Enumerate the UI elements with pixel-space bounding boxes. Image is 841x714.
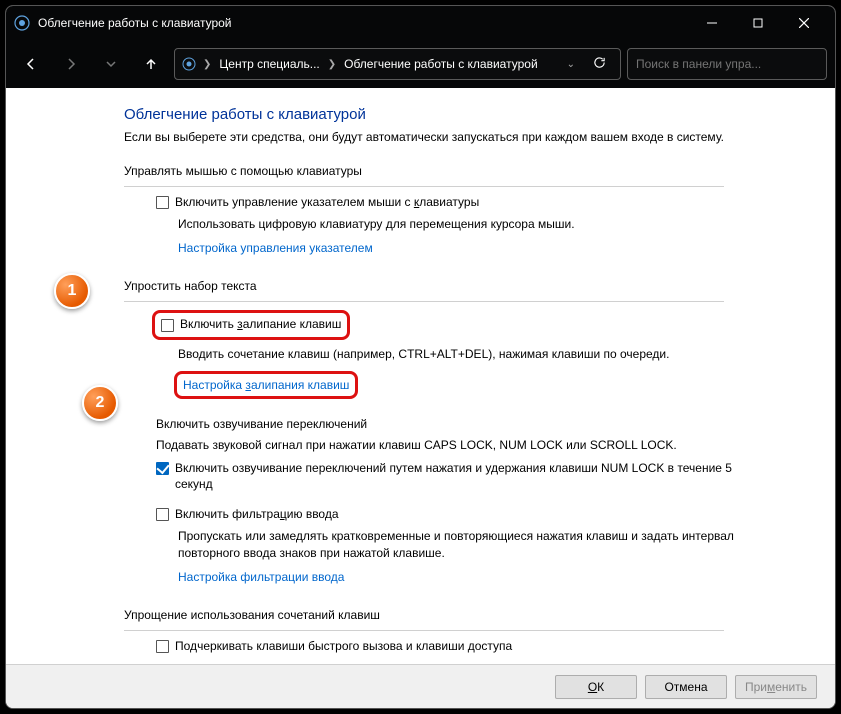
back-button[interactable] [14, 47, 48, 81]
breadcrumb-item-2[interactable]: Облегчение работы с клавиатурой [340, 57, 542, 71]
filter-keys-desc: Пропускать или замедлять кратковременные… [178, 528, 758, 562]
toggle-keys-title: Включить озвучивание переключений [156, 417, 805, 431]
checkbox-mouse-keys-label: Включить управление указателем мыши с кл… [175, 195, 479, 211]
checkbox-toggle-keys-hold-label: Включить озвучивание переключений путем … [175, 461, 766, 492]
checkbox-toggle-keys-hold[interactable] [156, 462, 169, 475]
page-subtitle: Если вы выберете эти средства, они будут… [124, 129, 764, 146]
apply-button[interactable]: Применить [735, 675, 817, 699]
address-icon [179, 54, 199, 74]
close-button[interactable] [781, 7, 827, 39]
link-mouse-settings[interactable]: Настройка управления указателем [178, 241, 373, 255]
annotation-callout-2: 2 [82, 385, 118, 421]
group-typing-title: УУпростить набор текстапростить набор те… [124, 279, 805, 293]
checkbox-mouse-keys[interactable] [156, 196, 169, 209]
page-title: Облегчение работы с клавиатурой [124, 106, 805, 123]
content-area: Облегчение работы с клавиатурой Если вы … [6, 88, 835, 664]
forward-button[interactable] [54, 47, 88, 81]
toggle-keys-desc: Подавать звуковой сигнал при нажатии кла… [156, 437, 736, 454]
chevron-right-icon: ❯ [326, 59, 338, 70]
chevron-right-icon: ❯ [201, 59, 213, 70]
mouse-keys-desc: Использовать цифровую клавиатуру для пер… [178, 216, 758, 233]
minimize-button[interactable] [689, 7, 735, 39]
checkbox-underline-shortcuts[interactable] [156, 640, 169, 653]
search-input[interactable] [636, 57, 818, 71]
window: Облегчение работы с клавиатурой ❯ Центр … [5, 5, 836, 709]
divider [124, 186, 724, 187]
ok-button[interactable]: ОК [555, 675, 637, 699]
checkbox-sticky-keys[interactable] [161, 319, 174, 332]
recent-dropdown[interactable] [94, 47, 128, 81]
up-button[interactable] [134, 47, 168, 81]
window-title: Облегчение работы с клавиатурой [38, 16, 689, 30]
search-box[interactable] [627, 48, 827, 80]
link-filter-keys-settings[interactable]: Настройка фильтрации ввода [178, 570, 344, 584]
dialog-footer: ОК Отмена Применить [6, 664, 835, 708]
address-bar[interactable]: ❯ Центр специаль... ❯ Облегчение работы … [174, 48, 621, 80]
cancel-button[interactable]: Отмена [645, 675, 727, 699]
breadcrumb-item-1[interactable]: Центр специаль... [215, 57, 323, 71]
checkbox-underline-shortcuts-label: Подчеркивать клавиши быстрого вызова и к… [175, 639, 512, 655]
annotation-highlight-1: Включить залипание клавиш [152, 310, 350, 340]
link-sticky-keys-settings[interactable]: Настройка залипания клавиш [183, 378, 349, 392]
nav-toolbar: ❯ Центр специаль... ❯ Облегчение работы … [6, 40, 835, 88]
divider [124, 301, 724, 302]
checkbox-filter-keys-label: Включить фильтрацию ввода [175, 507, 339, 523]
group-mouse-title: Управлять мышью с помощью клавиатуры [124, 164, 805, 178]
group-shortcuts-title: Упрощение использования сочетаний клавиш [124, 608, 805, 622]
app-icon [14, 15, 30, 31]
annotation-highlight-2: Настройка залипания клавиш [174, 371, 358, 399]
annotation-callout-1: 1 [54, 273, 90, 309]
titlebar: Облегчение работы с клавиатурой [6, 6, 835, 40]
checkbox-filter-keys[interactable] [156, 508, 169, 521]
divider [124, 630, 724, 631]
sticky-keys-desc: Вводить сочетание клавиш (например, CTRL… [178, 346, 758, 363]
checkbox-sticky-keys-label: Включить залипание клавиш [180, 317, 341, 333]
maximize-button[interactable] [735, 7, 781, 39]
refresh-button[interactable] [583, 56, 616, 72]
address-dropdown[interactable]: ⌄ [561, 59, 581, 70]
